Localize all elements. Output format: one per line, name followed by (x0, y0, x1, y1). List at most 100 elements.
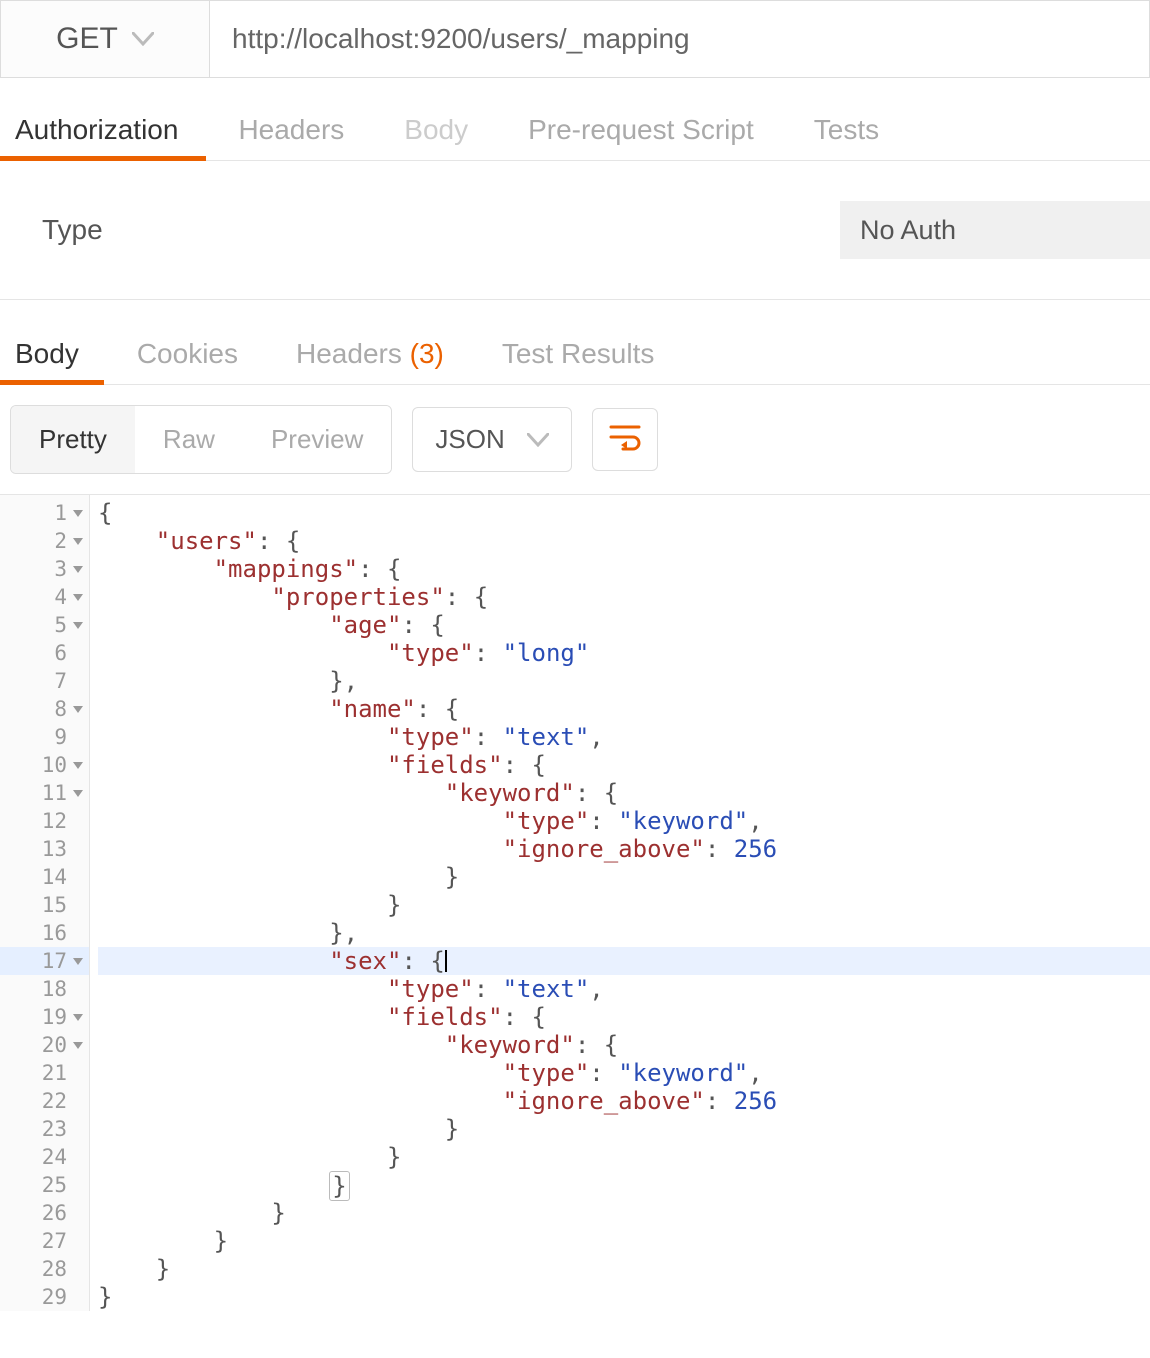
line-number: 8 (0, 695, 89, 723)
code-line[interactable]: }, (98, 667, 1150, 695)
code-line[interactable]: "fields": { (98, 1003, 1150, 1031)
code-line[interactable]: } (98, 863, 1150, 891)
auth-type-value: No Auth (860, 215, 956, 246)
code-area[interactable]: { "users": { "mappings": { "properties":… (90, 495, 1150, 1311)
fold-icon[interactable] (73, 510, 83, 517)
wrap-lines-button[interactable] (592, 408, 658, 471)
auth-type-select[interactable]: No Auth (840, 201, 1150, 259)
bracket-match: } (329, 1171, 349, 1201)
code-line[interactable]: "keyword": { (98, 779, 1150, 807)
line-number: 25 (0, 1171, 89, 1199)
code-line[interactable]: } (98, 1115, 1150, 1143)
line-number: 3 (0, 555, 89, 583)
resp-tab-headers[interactable]: Headers (3) (296, 338, 444, 384)
format-select[interactable]: JSON (412, 407, 571, 472)
fold-icon[interactable] (73, 958, 83, 965)
response-controls: Pretty Raw Preview JSON (0, 385, 1150, 494)
view-mode-pretty[interactable]: Pretty (11, 406, 135, 473)
http-method-select[interactable]: GET (0, 0, 210, 78)
code-line[interactable]: "users": { (98, 527, 1150, 555)
line-number: 1 (0, 499, 89, 527)
fold-icon[interactable] (73, 538, 83, 545)
url-value: http://localhost:9200/users/_mapping (232, 23, 690, 55)
line-number: 11 (0, 779, 89, 807)
code-line[interactable]: "age": { (98, 611, 1150, 639)
response-editor[interactable]: 1234567891011121314151617181920212223242… (0, 494, 1150, 1311)
line-number: 6 (0, 639, 89, 667)
tab-prerequest[interactable]: Pre-request Script (528, 114, 754, 160)
code-line[interactable]: } (98, 1255, 1150, 1283)
code-line[interactable]: } (98, 1171, 1150, 1199)
tab-body[interactable]: Body (404, 114, 468, 160)
auth-type-label: Type (42, 214, 103, 246)
http-method-label: GET (56, 22, 118, 56)
code-line[interactable]: "keyword": { (98, 1031, 1150, 1059)
code-line[interactable]: } (98, 1199, 1150, 1227)
line-number: 16 (0, 919, 89, 947)
resp-tab-headers-label: Headers (296, 338, 402, 369)
url-input[interactable]: http://localhost:9200/users/_mapping (210, 0, 1150, 78)
code-line[interactable]: "properties": { (98, 583, 1150, 611)
resp-tab-cookies[interactable]: Cookies (137, 338, 238, 384)
line-number: 17 (0, 947, 89, 975)
line-number: 18 (0, 975, 89, 1003)
line-number: 20 (0, 1031, 89, 1059)
line-gutter: 1234567891011121314151617181920212223242… (0, 495, 90, 1311)
line-number: 26 (0, 1199, 89, 1227)
line-number: 23 (0, 1115, 89, 1143)
tab-authorization[interactable]: Authorization (15, 114, 178, 160)
view-mode-raw[interactable]: Raw (135, 406, 243, 473)
code-line[interactable]: } (98, 1227, 1150, 1255)
format-value: JSON (435, 424, 504, 455)
fold-icon[interactable] (73, 1014, 83, 1021)
code-line[interactable]: { (98, 499, 1150, 527)
line-number: 15 (0, 891, 89, 919)
auth-panel: Type No Auth (0, 161, 1150, 300)
line-number: 19 (0, 1003, 89, 1031)
code-line[interactable]: "ignore_above": 256 (98, 1087, 1150, 1115)
line-number: 28 (0, 1255, 89, 1283)
fold-icon[interactable] (73, 566, 83, 573)
fold-icon[interactable] (73, 594, 83, 601)
tab-headers[interactable]: Headers (238, 114, 344, 160)
code-line[interactable]: "ignore_above": 256 (98, 835, 1150, 863)
code-line[interactable]: } (98, 1283, 1150, 1311)
fold-icon[interactable] (73, 622, 83, 629)
code-line[interactable]: "type": "keyword", (98, 1059, 1150, 1087)
tab-tests[interactable]: Tests (814, 114, 879, 160)
code-line[interactable]: } (98, 1143, 1150, 1171)
wrap-icon (609, 423, 641, 456)
resp-tab-headers-count: (3) (410, 338, 444, 369)
resp-tab-test-results[interactable]: Test Results (502, 338, 655, 384)
code-line[interactable]: } (98, 891, 1150, 919)
line-number: 21 (0, 1059, 89, 1087)
fold-icon[interactable] (73, 790, 83, 797)
line-number: 10 (0, 751, 89, 779)
chevron-down-icon (527, 433, 549, 447)
view-mode-preview[interactable]: Preview (243, 406, 391, 473)
view-mode-segment: Pretty Raw Preview (10, 405, 392, 474)
code-line[interactable]: "fields": { (98, 751, 1150, 779)
code-line[interactable]: }, (98, 919, 1150, 947)
line-number: 9 (0, 723, 89, 751)
line-number: 29 (0, 1283, 89, 1311)
code-line[interactable]: "type": "text", (98, 975, 1150, 1003)
response-tabs: Body Cookies Headers (3) Test Results (0, 338, 1150, 385)
resp-tab-body[interactable]: Body (15, 338, 79, 384)
code-line[interactable]: "type": "keyword", (98, 807, 1150, 835)
code-line[interactable]: "mappings": { (98, 555, 1150, 583)
line-number: 2 (0, 527, 89, 555)
fold-icon[interactable] (73, 706, 83, 713)
code-line[interactable]: "type": "text", (98, 723, 1150, 751)
line-number: 4 (0, 583, 89, 611)
code-line[interactable]: "name": { (98, 695, 1150, 723)
line-number: 7 (0, 667, 89, 695)
code-line[interactable]: "type": "long" (98, 639, 1150, 667)
fold-icon[interactable] (73, 1042, 83, 1049)
chevron-down-icon (132, 32, 154, 46)
line-number: 24 (0, 1143, 89, 1171)
code-line[interactable]: "sex": { (98, 947, 1150, 975)
line-number: 5 (0, 611, 89, 639)
line-number: 12 (0, 807, 89, 835)
fold-icon[interactable] (73, 762, 83, 769)
